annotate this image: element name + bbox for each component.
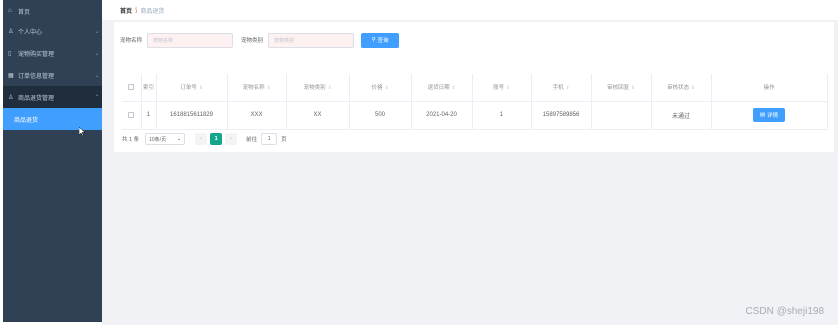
column-header[interactable]: 价格 ⇕ [349,74,412,102]
cell-return-date: 2021-04-20 [411,101,473,130]
main-area: 首页 ⟆ 商品退货 宠物名称 宠物名称 宠物类别 宠物类别 ⚲ 查询 索引 订单… [102,0,838,325]
page-size-value: 10条/页 [149,136,167,143]
column-header[interactable]: 审核状态 ⇕ [651,74,712,102]
column-header[interactable]: 手机 ⇕ [531,74,592,102]
cell-pet-type: XX [286,101,350,130]
chevron-down-icon: ⌄ [94,72,100,79]
cell-index: 1 [141,101,157,130]
row-checkbox[interactable] [122,101,142,130]
sidebar-item-label: 订单信息管理 [18,73,55,80]
pet-type-input[interactable]: 宠物类别 [268,32,355,48]
content-panel: 宠物名称 宠物名称 宠物类别 宠物类别 ⚲ 查询 索引 订单号 ⇕ 宠物名称 ⇕… [114,22,834,152]
sidebar-item-label: 首页 [18,9,31,16]
mouse-cursor-icon [79,127,85,136]
app-root: ⌂ 首页 ♙ 个人中心 ⌄ ▯ 宠物购买管理 ⌄ ▦ 订单信息管理 ⌄ ♙ 商品… [0,0,838,325]
detail-button-label: 详情 [767,113,779,119]
user-icon: ♙ [8,28,14,35]
chevron-up-icon: ⌃ [94,94,100,101]
sort-icon: ⇕ [266,85,271,91]
clipboard-icon: ▯ [8,50,12,57]
cell-pet-name: XXX [227,101,287,130]
cell-price: 500 [349,101,412,130]
sort-icon: ⇕ [565,85,570,91]
sidebar-item-home[interactable]: ⌂ 首页 [3,0,102,22]
goto-page-input[interactable]: 1 [261,133,278,145]
sidebar-item-return-management[interactable]: ♙ 商品退货管理 ⌃ [3,86,102,108]
document-icon: ▤ [759,112,766,118]
breadcrumb-separator-icon: ⟆ [135,7,138,14]
sidebar: ⌂ 首页 ♙ 个人中心 ⌄ ▯ 宠物购买管理 ⌄ ▦ 订单信息管理 ⌄ ♙ 商品… [3,0,102,322]
table-header-row: 索引 订单号 ⇕ 宠物名称 ⇕ 宠物类别 ⇕ 价格 ⇕ 退货日期 ⇕ 账号 ⇕ 手机 ⇕ 审核… [122,74,828,102]
sidebar-item-order-info[interactable]: ▦ 订单信息管理 ⌄ [3,64,102,86]
watermark: CSDN @sheji198 [745,306,824,317]
home-icon: ⌂ [8,8,12,14]
column-header[interactable]: 账号 ⇕ [472,74,532,102]
detail-button[interactable]: ▤ 详情 [753,108,785,122]
sort-icon: ⇕ [506,85,510,91]
data-table: 索引 订单号 ⇕ 宠物名称 ⇕ 宠物类别 ⇕ 价格 ⇕ 退货日期 ⇕ 账号 ⇕ 手机 ⇕ 审核… [122,74,828,130]
cell-review-status: 未通过 [651,101,712,130]
pet-name-label: 宠物名称 [120,38,143,44]
sort-icon: ⇕ [451,85,456,91]
column-header: 操作 [711,74,828,102]
sidebar-item-personal-center[interactable]: ♙ 个人中心 ⌄ [3,20,102,42]
cell-phone: 15897589856 [531,101,592,130]
chevron-down-icon: ⌄ [94,28,100,35]
page-size-select[interactable]: 10条/页 ⌄ [145,133,186,145]
page-number-button[interactable]: 1 [210,133,223,145]
sidebar-subitem-product-return[interactable]: 商品退货 [3,108,102,130]
sidebar-subitem-label: 商品退货 [14,117,39,124]
cell-action: ▤ 详情 [711,101,828,130]
cell-review-reply [591,101,652,130]
user-icon: ♙ [8,94,14,101]
column-header: 索引 [141,74,157,102]
pet-name-input[interactable]: 宠物名称 [147,32,234,48]
breadcrumb-home[interactable]: 首页 [120,6,132,15]
grid-icon: ▦ [8,72,14,79]
next-page-button[interactable]: › [225,133,238,145]
pet-type-label: 宠物类别 [241,38,264,44]
search-icon: ⚲ [371,37,376,43]
breadcrumb-current: 商品退货 [140,8,165,15]
chevron-down-icon: ⌄ [176,136,182,142]
column-header[interactable]: 宠物名称 ⇕ [227,74,287,102]
cell-order-no: 1618815611829 [156,101,228,130]
query-button[interactable]: ⚲ 查询 [361,32,400,48]
goto-label: 前往 [246,137,258,143]
sort-icon: ⇕ [691,85,695,91]
pagination-total: 共 1 条 [122,137,140,143]
select-all-checkbox[interactable] [122,74,142,102]
table-row: 1 1618815611829 XXX XX 500 2021-04-20 1 … [122,101,828,130]
breadcrumb: 首页 ⟆ 商品退货 [102,0,838,20]
pagination: 共 1 条 10条/页 ⌄ ‹ 1 › 前往 1 页 [122,132,287,146]
sidebar-item-label: 个人中心 [18,29,43,36]
sort-icon: ⇕ [198,85,203,91]
cell-account: 1 [472,101,532,130]
sort-icon: ⇕ [631,85,635,91]
sort-icon: ⇕ [327,85,332,91]
column-header[interactable]: 退货日期 ⇕ [411,74,473,102]
column-header[interactable]: 宠物类别 ⇕ [286,74,350,102]
sidebar-item-label: 宠物购买管理 [18,51,55,58]
sort-icon: ⇕ [384,85,389,91]
column-header[interactable]: 订单号 ⇕ [156,74,228,102]
column-header[interactable]: 审核回复 ⇕ [591,74,652,102]
prev-page-button[interactable]: ‹ [195,133,208,145]
sidebar-item-pet-purchase[interactable]: ▯ 宠物购买管理 ⌄ [3,42,102,64]
chevron-down-icon: ⌄ [94,50,100,57]
page-unit-label: 页 [281,137,287,143]
sidebar-item-label: 商品退货管理 [18,95,55,102]
search-form: 宠物名称 宠物名称 宠物类别 宠物类别 ⚲ 查询 [120,32,400,48]
query-button-label: 查询 [377,38,389,44]
